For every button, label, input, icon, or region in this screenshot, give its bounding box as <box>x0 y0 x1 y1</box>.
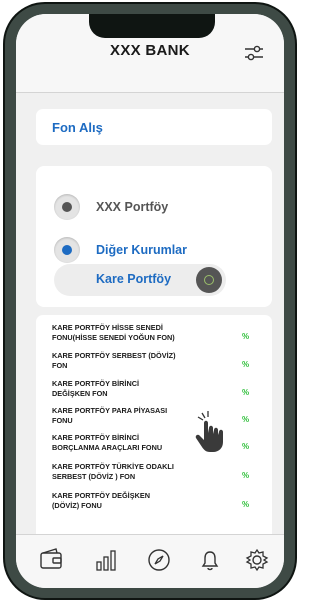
fund-row[interactable]: KARE PORTFÖY SERBEST (DÖVİZ) FON % <box>52 351 264 377</box>
section-title: Fon Alış <box>52 120 103 135</box>
radio-dot <box>62 245 72 255</box>
fund-name: KARE PORTFÖY DEĞİŞKEN (DÖVİZ) FONU <box>52 491 150 510</box>
fund-percent: % <box>242 360 250 369</box>
portfolio-select-pill[interactable]: Kare Portföy <box>54 264 226 296</box>
fund-row[interactable]: KARE PORTFÖY BİRİNCİ BORÇLANMA ARAÇLARI F… <box>52 433 264 459</box>
fund-row[interactable]: KARE PORTFÖY BİRİNCİ DEĞİŞKEN FON % <box>52 379 264 405</box>
camera-notch <box>89 14 215 38</box>
bottom-nav <box>16 534 284 588</box>
sliders-icon[interactable] <box>243 44 265 62</box>
fund-row[interactable]: KARE PORTFÖY HİSSE SENEDİ FONU(HİSSE SENE… <box>52 323 264 349</box>
fund-percent: % <box>242 442 250 451</box>
portfolio-label: Kare Portföy <box>96 272 172 286</box>
fund-percent: % <box>242 388 250 397</box>
fund-percent: % <box>242 471 250 480</box>
fund-percent: % <box>242 415 250 424</box>
radio-dot <box>62 202 72 212</box>
fund-name: KARE PORTFÖY HİSSE SENEDİ FONU(HİSSE SENE… <box>52 323 175 342</box>
fund-percent: % <box>242 332 250 341</box>
radio-button[interactable] <box>54 194 80 220</box>
section-card: Fon Alış <box>36 109 272 145</box>
gear-icon[interactable] <box>244 547 270 573</box>
fund-list: KARE PORTFÖY HİSSE SENEDİ FONU(HİSSE SENE… <box>36 315 272 541</box>
fund-row[interactable]: KARE PORTFÖY PARA PİYASASI FONU % <box>52 406 264 432</box>
wallet-icon[interactable] <box>38 547 64 573</box>
fund-name: KARE PORTFÖY BİRİNCİ DEĞİŞKEN FON <box>52 379 140 398</box>
fund-name: KARE PORTFÖY TÜRKİYE ODAKLI SERBEST (DÖVİ… <box>52 462 174 481</box>
radio-label: Diğer Kurumlar <box>96 243 187 257</box>
radio-button[interactable] <box>54 237 80 263</box>
fund-name: KARE PORTFÖY SERBEST (DÖVİZ) FON <box>52 351 176 370</box>
fund-row[interactable]: KARE PORTFÖY TÜRKİYE ODAKLI SERBEST (DÖVİ… <box>52 462 264 488</box>
fund-row[interactable]: KARE PORTFÖY DEĞİŞKEN (DÖVİZ) FONU % <box>52 491 264 517</box>
fund-name: KARE PORTFÖY BİRİNCİ BORÇLANMA ARAÇLARI F… <box>52 433 163 452</box>
fund-percent: % <box>242 500 250 509</box>
circle-arrow-icon[interactable] <box>196 267 222 293</box>
radio-label: XXX Portföy <box>96 200 169 214</box>
bell-icon[interactable] <box>197 547 223 573</box>
compass-icon[interactable] <box>146 547 172 573</box>
radio-option-diger-kurumlar[interactable]: Diğer Kurumlar <box>54 237 264 265</box>
fund-name: KARE PORTFÖY PARA PİYASASI FONU <box>52 406 168 425</box>
app-screen: XXX BANK Fon Alış XXX Portföy Diğer Kuru… <box>16 14 284 588</box>
bar-chart-icon[interactable] <box>93 547 119 573</box>
tap-hand-icon <box>195 411 223 452</box>
radio-option-xxx-portfoy[interactable]: XXX Portföy <box>54 194 264 222</box>
